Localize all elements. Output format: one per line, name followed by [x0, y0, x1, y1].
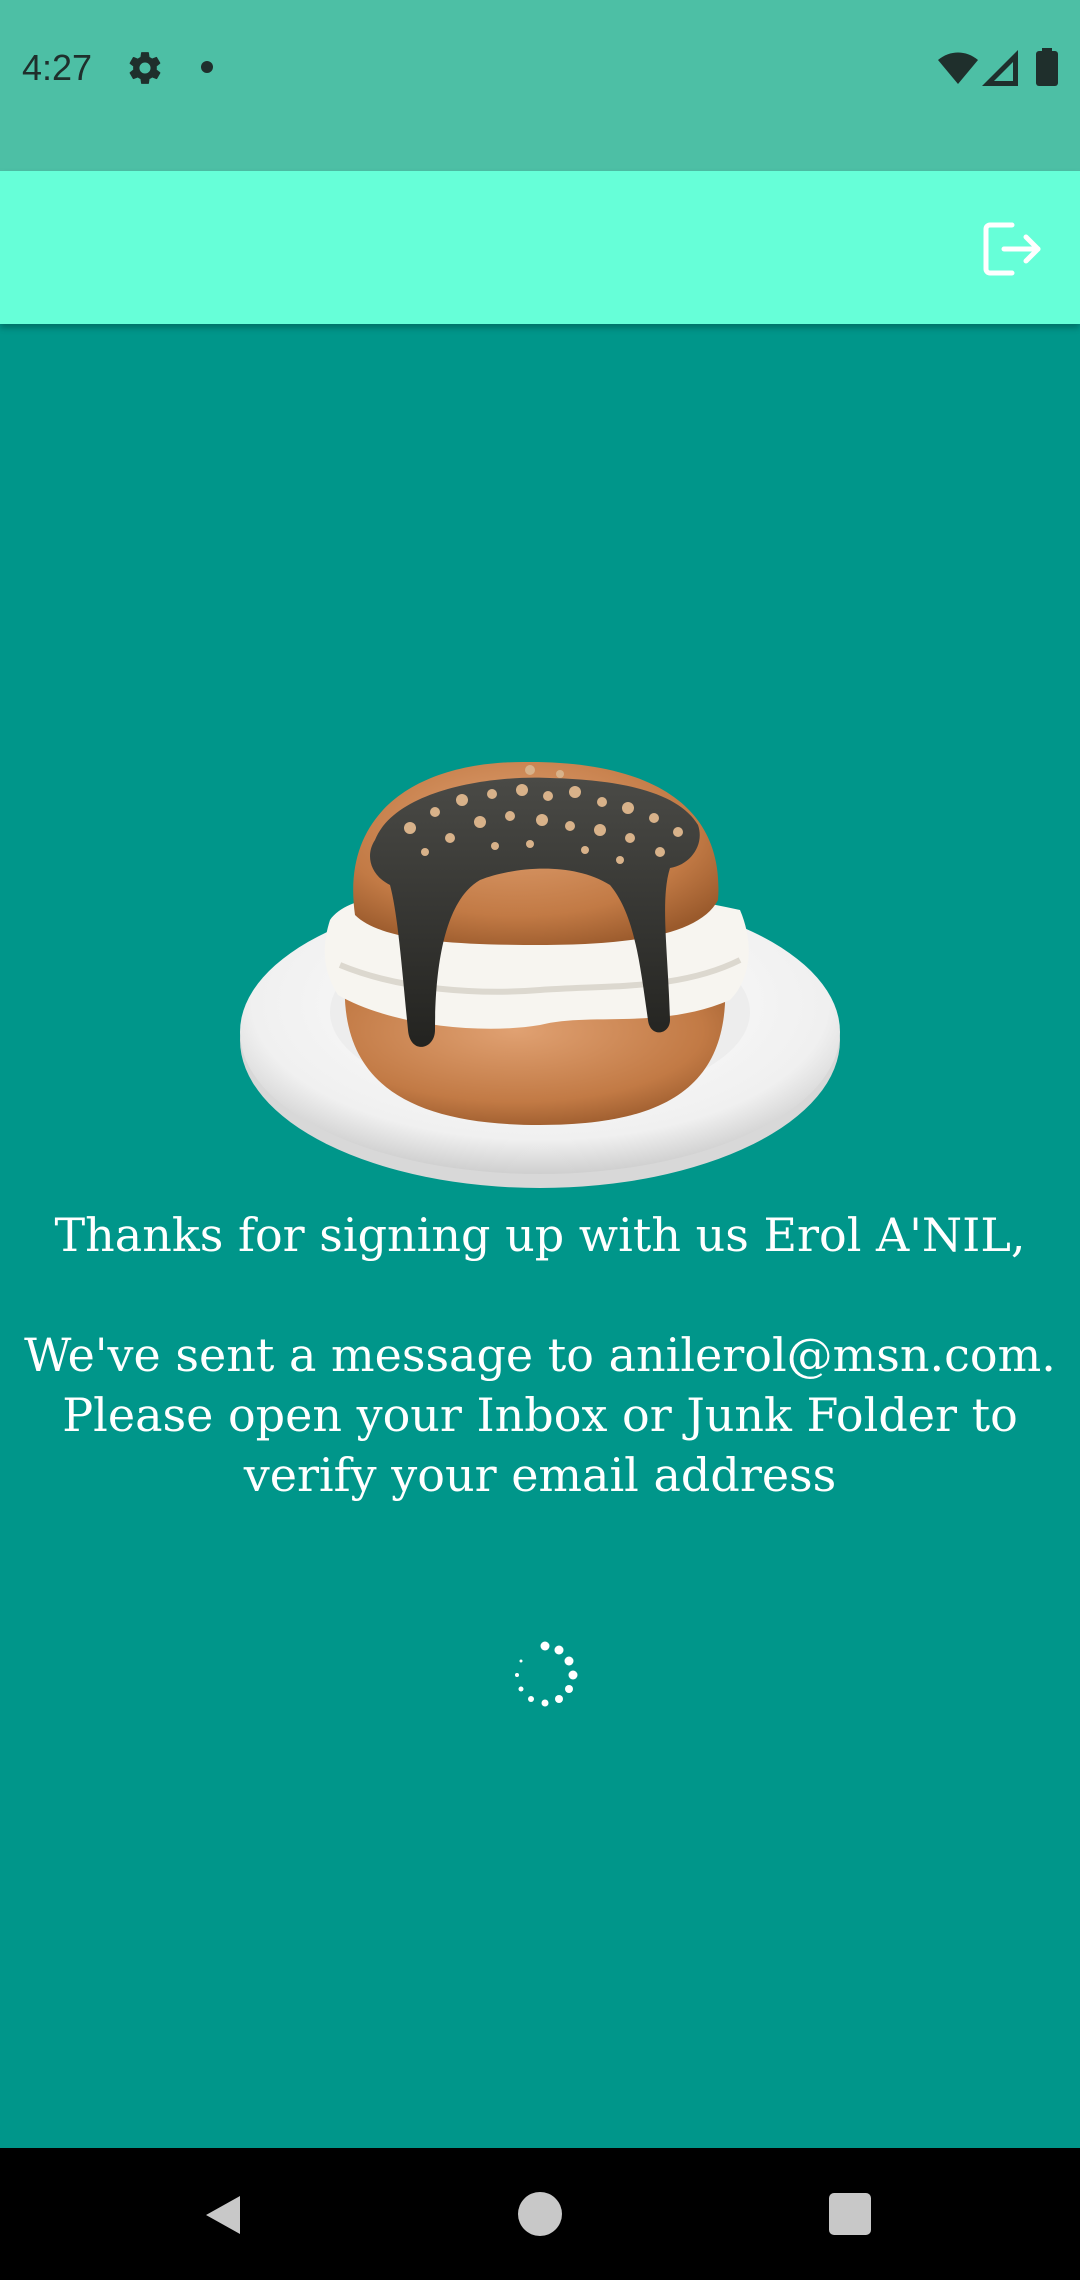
signal-icon: [982, 50, 1018, 86]
wifi-icon: [938, 52, 978, 84]
gear-icon: [129, 52, 161, 84]
recents-icon[interactable]: [829, 2193, 871, 2235]
home-icon[interactable]: [518, 2192, 562, 2236]
logout-icon: [983, 222, 1041, 276]
cream-bun-image: [240, 761, 840, 1188]
loading-spinner-icon: [515, 1641, 578, 1707]
confirmation-message: Thanks for signing up with us Erol A'NIL…: [20, 1205, 1060, 1505]
message-line-3: verify your email address: [243, 1448, 837, 1502]
message-line-1: We've sent a message to anilerol@msn.com…: [24, 1328, 1056, 1382]
greeting-text: Thanks for signing up with us Erol A'NIL…: [54, 1208, 1026, 1262]
status-bar: 4:27: [0, 0, 1080, 171]
battery-icon: [1036, 48, 1058, 86]
app-bar: [0, 171, 1080, 324]
logout-button[interactable]: [972, 209, 1052, 289]
navigation-bar: [0, 2148, 1080, 2280]
back-icon[interactable]: [200, 2192, 246, 2238]
message-line-2: Please open your Inbox or Junk Folder to: [62, 1388, 1018, 1442]
notification-dot-icon: [201, 61, 213, 73]
status-time: 4:27: [22, 47, 93, 88]
